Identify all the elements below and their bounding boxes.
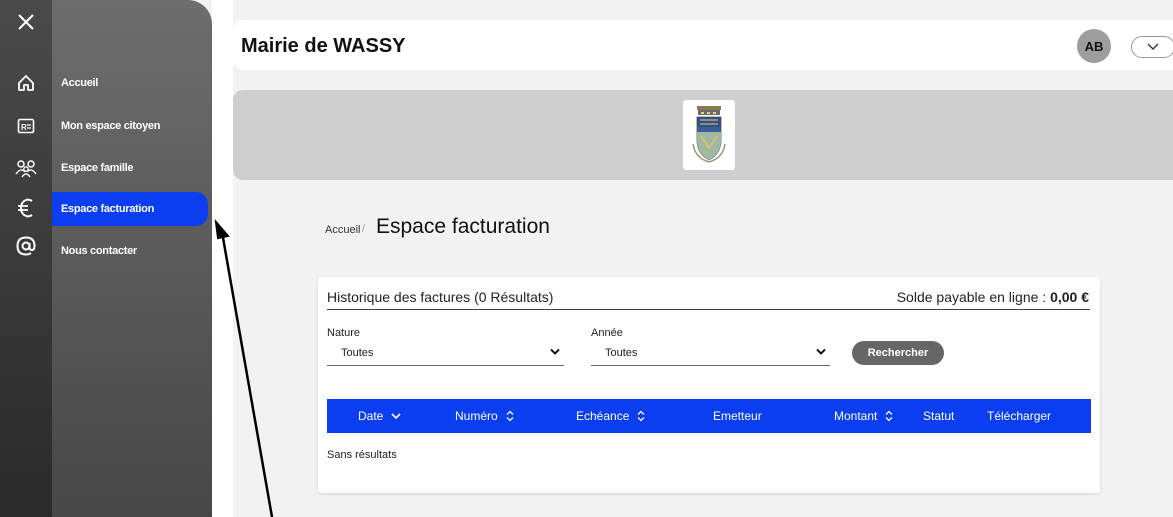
column-label: Télécharger <box>987 409 1052 423</box>
user-menu-toggle[interactable] <box>1131 36 1173 58</box>
column-label: Montant <box>834 409 878 423</box>
column-label: Numéro <box>455 409 498 423</box>
nature-select[interactable]: Toutes <box>327 340 564 366</box>
chevron-down-icon <box>1147 43 1159 50</box>
menu-item-label: Espace famille <box>61 162 134 174</box>
home-icon[interactable] <box>6 67 46 99</box>
svg-text:R: R <box>21 123 27 132</box>
menu-item-espace-facturation[interactable]: Espace facturation <box>52 192 208 226</box>
column-statut: Statut <box>923 399 954 433</box>
top-header: Mairie de WASSY AB <box>233 20 1173 70</box>
menu-item-label: Mon espace citoyen <box>61 120 161 132</box>
nature-label: Nature <box>327 327 361 339</box>
column-numero[interactable]: Numéro <box>455 399 514 433</box>
menu-item-label: Espace facturation <box>61 203 155 215</box>
balance-value: 0,00 € <box>1050 289 1089 305</box>
column-label: Date <box>358 409 384 423</box>
site-title: Mairie de WASSY <box>241 35 406 57</box>
column-telecharger: Télécharger <box>987 399 1051 433</box>
side-menu: Accueil Mon espace citoyen Espace famill… <box>52 0 212 517</box>
invoice-history-title: Historique des factures (0 Résultats) <box>327 289 554 305</box>
chevron-down-icon <box>550 348 560 355</box>
nature-select-value: Toutes <box>341 346 374 359</box>
chevron-down-icon <box>816 348 826 355</box>
menu-content-gap <box>212 0 233 517</box>
column-date[interactable]: Date <box>358 399 401 433</box>
menu-item-espace-citoyen[interactable]: Mon espace citoyen <box>52 109 208 143</box>
column-label: Statut <box>923 409 955 423</box>
breadcrumb-home-link[interactable]: Accueil <box>325 224 360 236</box>
town-crest-logo <box>683 100 735 170</box>
menu-item-label: Nous contacter <box>61 245 137 257</box>
at-icon[interactable] <box>6 230 46 262</box>
invoice-history-card: Historique des factures (0 Résultats) So… <box>318 277 1100 493</box>
page-title: Espace facturation <box>376 215 550 238</box>
invoice-table-header: Date Numéro Echéance Emetteur Montant St… <box>327 399 1091 433</box>
menu-item-nous-contacter[interactable]: Nous contacter <box>52 234 208 268</box>
column-echeance[interactable]: Echéance <box>576 399 645 433</box>
year-select[interactable]: Toutes <box>591 340 830 366</box>
user-avatar[interactable]: AB <box>1077 29 1111 63</box>
close-icon[interactable] <box>6 6 46 38</box>
empty-results-message: Sans résultats <box>327 449 397 461</box>
family-icon[interactable] <box>6 152 46 184</box>
sort-icon <box>637 410 645 422</box>
column-emetteur: Emetteur <box>713 399 762 433</box>
icon-rail: R <box>0 0 52 517</box>
online-balance: Solde payable en ligne : 0,00 € <box>897 289 1089 305</box>
balance-label: Solde payable en ligne : <box>896 289 1047 305</box>
euro-icon[interactable] <box>6 192 46 224</box>
sort-icon <box>885 410 893 422</box>
year-label: Année <box>591 327 623 339</box>
column-label: Emetteur <box>713 409 762 423</box>
id-card-icon[interactable]: R <box>6 110 46 142</box>
menu-item-espace-famille[interactable]: Espace famille <box>52 151 208 185</box>
search-button[interactable]: Rechercher <box>852 341 944 365</box>
menu-item-accueil[interactable]: Accueil <box>52 66 208 100</box>
sort-desc-icon <box>391 412 401 420</box>
column-label: Echéance <box>576 409 630 423</box>
column-montant[interactable]: Montant <box>834 399 893 433</box>
year-select-value: Toutes <box>605 346 638 359</box>
title-divider <box>327 309 1090 310</box>
header-banner <box>233 90 1173 180</box>
breadcrumb-separator: / <box>362 223 366 235</box>
sort-icon <box>506 410 514 422</box>
menu-item-label: Accueil <box>61 77 99 89</box>
